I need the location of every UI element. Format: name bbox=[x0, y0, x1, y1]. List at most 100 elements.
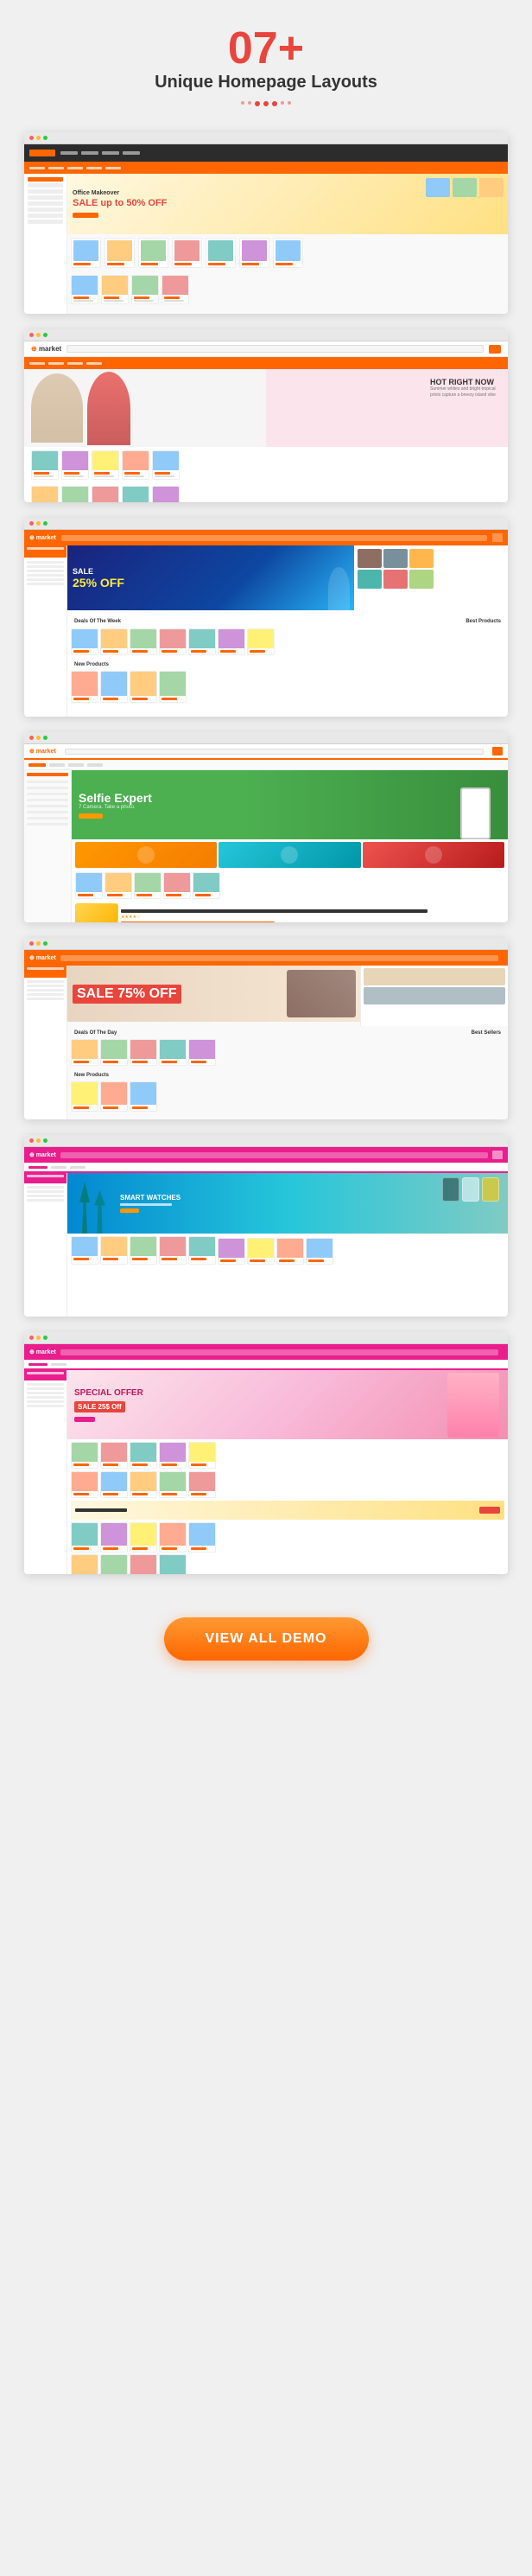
product-card bbox=[104, 872, 132, 899]
product-img bbox=[130, 629, 156, 648]
chrome-maximize bbox=[43, 521, 48, 526]
product-card bbox=[159, 1471, 187, 1498]
selfie-title: Selfie Expert bbox=[79, 791, 152, 805]
view-all-section: VIEW ALL DEMO bbox=[0, 1600, 532, 1695]
selfie-btn bbox=[79, 813, 103, 819]
side-info-5 bbox=[360, 966, 508, 1026]
product-card bbox=[75, 872, 103, 899]
new-card bbox=[71, 671, 98, 703]
feature-banners bbox=[72, 839, 508, 870]
deals-products bbox=[71, 628, 504, 655]
product-img bbox=[276, 240, 301, 261]
product-img bbox=[189, 1040, 215, 1059]
product-card bbox=[61, 450, 89, 480]
nav-bar-4: ⊕ market bbox=[24, 744, 508, 760]
trust-text bbox=[75, 1508, 127, 1512]
chrome-close bbox=[29, 136, 34, 140]
view-all-button[interactable]: VIEW ALL DEMO bbox=[164, 1617, 369, 1661]
product-img bbox=[72, 1443, 98, 1462]
product-card bbox=[218, 1238, 245, 1265]
product-price bbox=[174, 263, 192, 265]
hero-banner-1: Office Makeover SALE up to 50% OFF bbox=[67, 174, 508, 234]
product-card bbox=[130, 1236, 157, 1265]
product-img bbox=[101, 1237, 127, 1256]
sidebar-item bbox=[28, 201, 63, 206]
products-7 bbox=[67, 1439, 508, 1574]
product-card bbox=[306, 1238, 333, 1265]
chrome-maximize bbox=[43, 1138, 48, 1143]
cat-item bbox=[86, 362, 102, 365]
browser-chrome-5 bbox=[24, 938, 508, 950]
product-row-7c bbox=[71, 1522, 504, 1553]
product-card bbox=[71, 238, 101, 268]
product-card bbox=[273, 238, 303, 268]
chrome-maximize bbox=[43, 1336, 48, 1340]
search-5 bbox=[60, 955, 498, 961]
logo-1 bbox=[29, 150, 55, 156]
logo-4: ⊕ market bbox=[29, 748, 56, 755]
product-card bbox=[92, 486, 119, 502]
product-card bbox=[100, 1554, 128, 1574]
product-card bbox=[92, 450, 119, 480]
chrome-minimize bbox=[36, 1138, 41, 1143]
browser-chrome-6 bbox=[24, 1135, 508, 1147]
chrome-maximize bbox=[43, 333, 48, 337]
trust-banner bbox=[71, 1501, 504, 1520]
sidebar-item bbox=[28, 183, 63, 188]
product-card bbox=[188, 1471, 216, 1498]
new-products-label-5: New Products bbox=[71, 1071, 504, 1080]
product-img bbox=[160, 1472, 186, 1491]
sidebar-6 bbox=[24, 1173, 67, 1317]
deal-card bbox=[159, 628, 187, 655]
main-content-4: Selfie Expert 7 Camera. Take a photo. bbox=[72, 770, 508, 922]
product-img bbox=[92, 451, 118, 470]
product-card bbox=[31, 486, 59, 502]
chrome-minimize bbox=[36, 136, 41, 140]
search-7 bbox=[60, 1349, 498, 1355]
nav-bar-6: ⊕ market bbox=[24, 1147, 508, 1163]
product-img bbox=[123, 487, 149, 502]
product-row-7d bbox=[71, 1554, 504, 1574]
layouts-container: Office Makeover SALE up to 50% OFF bbox=[24, 115, 508, 1600]
product-img bbox=[141, 240, 166, 261]
hero-text-1: Office Makeover SALE up to 50% OFF bbox=[73, 190, 167, 218]
cat-tab bbox=[87, 763, 103, 767]
product-card bbox=[100, 1442, 128, 1469]
browser-chrome-3 bbox=[24, 518, 508, 530]
product-img bbox=[248, 629, 274, 648]
main-content-6: SMART WATCHES bbox=[67, 1173, 508, 1317]
product-card bbox=[188, 1522, 216, 1553]
product-card bbox=[71, 1471, 98, 1498]
feature-banner-1 bbox=[75, 842, 217, 868]
nav-bar-1 bbox=[24, 144, 508, 162]
decorative-dots bbox=[17, 101, 515, 106]
product-card bbox=[239, 238, 269, 268]
dot-2 bbox=[248, 101, 251, 105]
product-img bbox=[32, 487, 58, 502]
hero-cta-btn bbox=[73, 213, 98, 218]
new-products-grid bbox=[71, 671, 504, 703]
chrome-close bbox=[29, 521, 34, 526]
product-img bbox=[160, 1443, 186, 1462]
product-card bbox=[100, 1471, 128, 1498]
feature-banner-3 bbox=[363, 842, 504, 868]
product-img bbox=[160, 1040, 186, 1059]
chrome-minimize bbox=[36, 333, 41, 337]
new-products-5: New Products bbox=[67, 1068, 508, 1114]
cart-4 bbox=[492, 747, 503, 756]
product-card bbox=[122, 486, 149, 502]
deal-card bbox=[188, 1039, 216, 1066]
sidebar-4 bbox=[24, 770, 72, 922]
phone-title bbox=[121, 909, 428, 913]
browser-chrome-1 bbox=[24, 132, 508, 144]
cat-tab bbox=[28, 763, 46, 767]
new-card bbox=[100, 671, 128, 703]
content-area-1: Office Makeover SALE up to 50% OFF bbox=[24, 174, 508, 314]
product-img bbox=[72, 276, 98, 295]
logo-3: ⊕ market bbox=[29, 534, 56, 541]
product-card bbox=[138, 238, 168, 268]
product-img bbox=[160, 1523, 186, 1546]
product-price bbox=[141, 263, 158, 265]
watch-subtitle bbox=[120, 1203, 172, 1206]
nav-links-1 bbox=[60, 151, 140, 155]
